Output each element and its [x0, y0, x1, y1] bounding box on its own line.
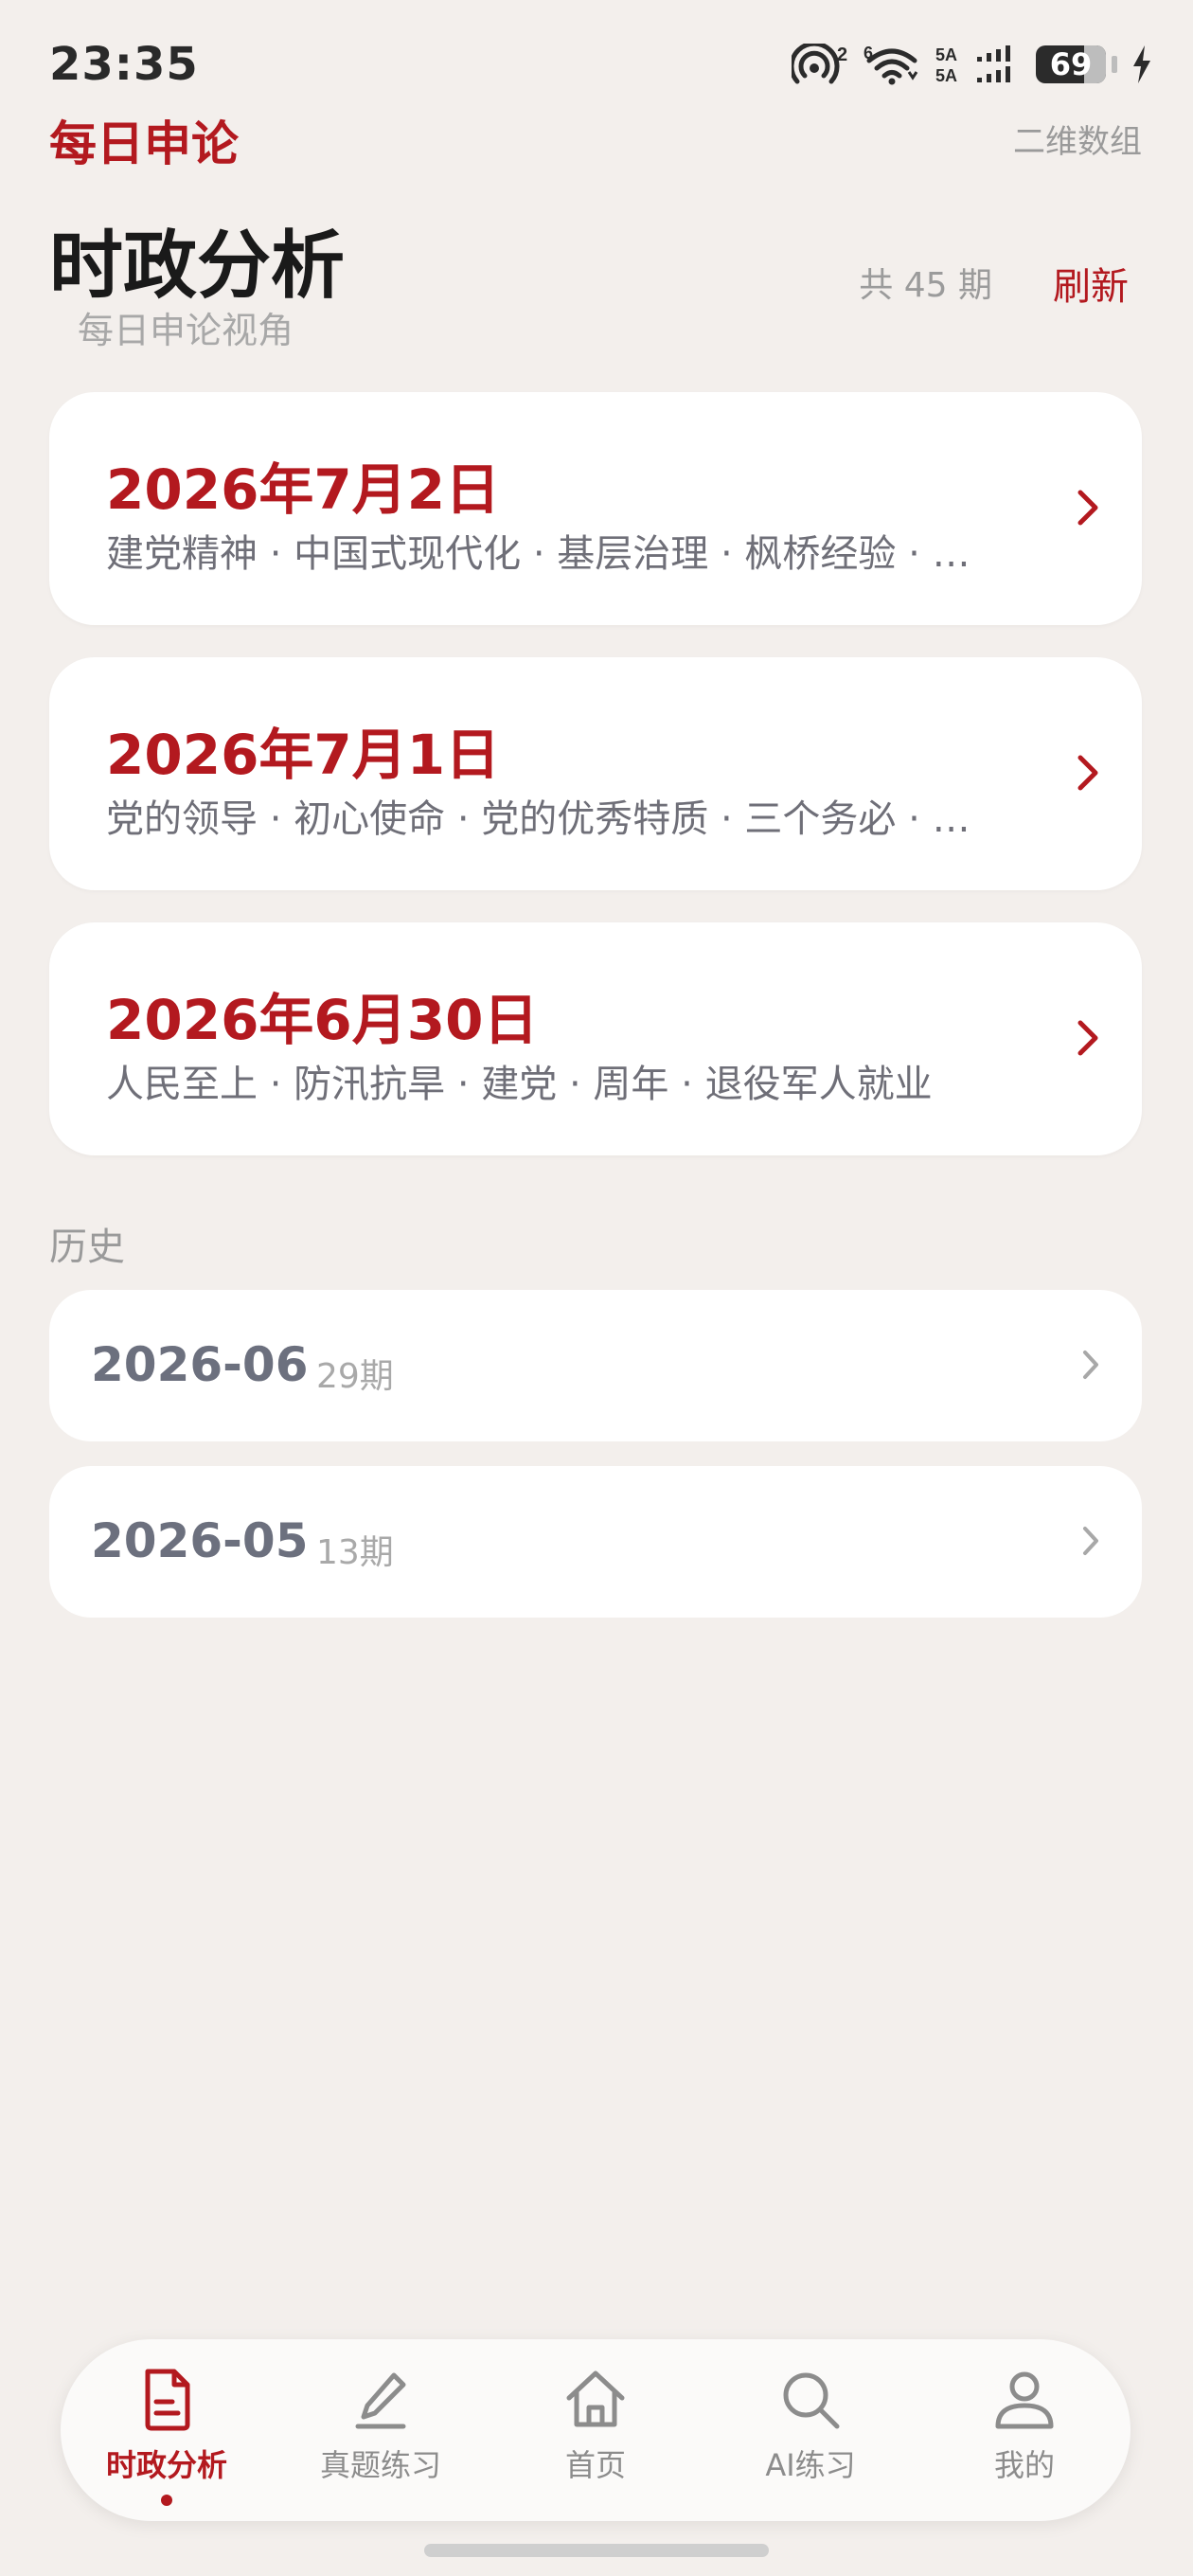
- tab-home[interactable]: 首页: [501, 2366, 690, 2485]
- status-time: 23:35: [49, 38, 199, 91]
- tab-label: 首页: [564, 2447, 626, 2483]
- search-icon: [783, 2372, 840, 2429]
- header-action-link[interactable]: 二维数组: [1013, 116, 1142, 162]
- history-month: 2026-06: [91, 1337, 309, 1392]
- battery-icon: 69: [1036, 45, 1117, 83]
- svg-text:5A: 5A: [935, 45, 957, 64]
- status-icons: 2 6 5A 5A 69: [792, 44, 1153, 85]
- issue-date: 2026年7月1日: [106, 723, 501, 787]
- svg-text:2: 2: [837, 45, 847, 65]
- history-month: 2026-05: [91, 1513, 309, 1568]
- signal-icon: 5A 5A: [935, 45, 1010, 85]
- page-title: 时政分析: [49, 224, 346, 309]
- issue-date: 2026年7月2日: [106, 457, 501, 522]
- issue-topics: 建党精神 · 中国式现代化 · 基层治理 · 枫桥经验 · …: [106, 532, 970, 576]
- tab-label: 真题练习: [319, 2447, 441, 2483]
- tab-label: 时政分析: [105, 2447, 227, 2483]
- bottom-tab-bar: 时政分析 真题练习 首页 AI练习 我的: [61, 2339, 1131, 2521]
- hotspot-icon: 2: [792, 44, 847, 84]
- person-icon: [995, 2371, 1054, 2429]
- issue-card[interactable]: 2026年6月30日 人民至上 · 防汛抗旱 · 建党 · 周年 · 退役军人就…: [49, 922, 1142, 1155]
- active-tab-indicator: [161, 2495, 172, 2506]
- history-month-row[interactable]: 2026-06 29期: [49, 1290, 1142, 1441]
- chevron-right-icon: [1083, 1351, 1098, 1379]
- history-count: 13期: [316, 1533, 394, 1572]
- issue-topics: 党的领导 · 初心使命 · 党的优秀特质 · 三个务必 · …: [106, 797, 970, 841]
- tab-mine[interactable]: 我的: [930, 2366, 1119, 2485]
- home-indicator[interactable]: [424, 2544, 769, 2557]
- issue-date: 2026年6月30日: [106, 988, 539, 1052]
- issue-count: 共 45 期: [859, 266, 992, 305]
- chevron-right-icon: [1077, 1020, 1098, 1056]
- issue-card[interactable]: 2026年7月2日 建党精神 · 中国式现代化 · 基层治理 · 枫桥经验 · …: [49, 392, 1142, 625]
- tab-shizheng[interactable]: 时政分析: [72, 2366, 261, 2506]
- home-icon: [566, 2370, 625, 2427]
- tab-label: 我的: [993, 2447, 1055, 2483]
- app-name: 每日申论: [49, 116, 239, 171]
- refresh-button[interactable]: 刷新: [1053, 256, 1129, 311]
- issue-topics: 人民至上 · 防汛抗旱 · 建党 · 周年 · 退役军人就业: [106, 1063, 933, 1106]
- charging-icon: [1133, 45, 1150, 83]
- document-icon: [145, 2369, 190, 2431]
- battery-level: 69: [1049, 46, 1093, 82]
- chevron-right-icon: [1077, 490, 1098, 526]
- history-month-row[interactable]: 2026-05 13期: [49, 1466, 1142, 1618]
- tab-label: AI练习: [765, 2447, 856, 2483]
- history-section-label: 历史: [49, 1225, 125, 1269]
- svg-text:5A: 5A: [935, 66, 957, 85]
- chevron-right-icon: [1077, 755, 1098, 791]
- page-subtitle: 每日申论视角: [78, 310, 294, 351]
- wifi-icon: 6: [864, 44, 918, 85]
- pen-icon: [355, 2372, 406, 2429]
- tab-ai-practice[interactable]: AI练习: [716, 2366, 905, 2485]
- issue-card[interactable]: 2026年7月1日 党的领导 · 初心使命 · 党的优秀特质 · 三个务必 · …: [49, 657, 1142, 890]
- tab-zhenti[interactable]: 真题练习: [286, 2366, 475, 2485]
- chevron-right-icon: [1083, 1527, 1098, 1555]
- history-count: 29期: [316, 1357, 394, 1396]
